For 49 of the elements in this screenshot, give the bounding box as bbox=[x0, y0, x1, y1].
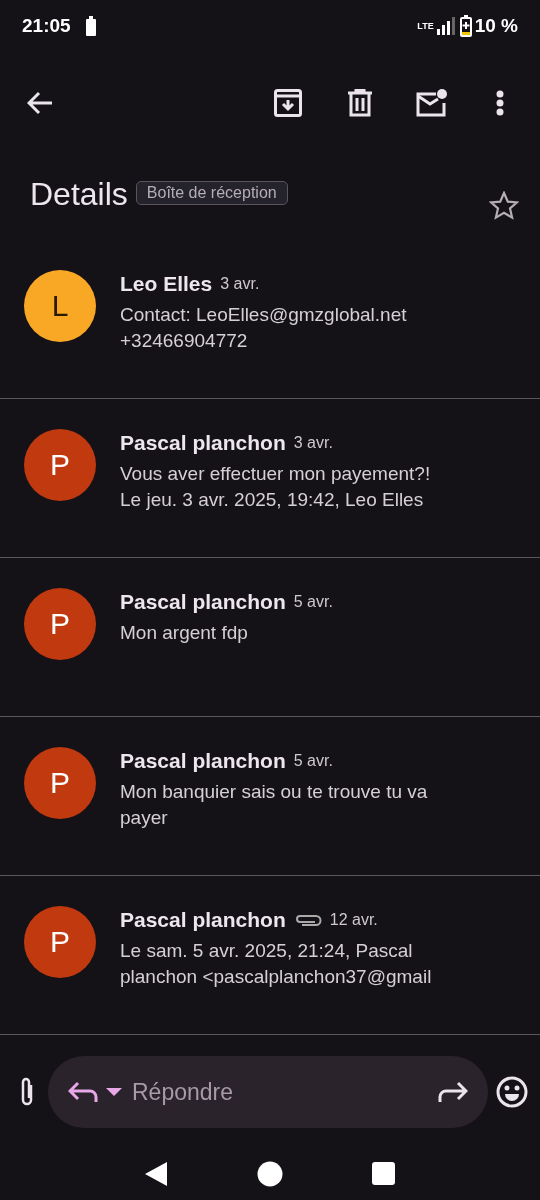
forward-icon[interactable] bbox=[438, 1081, 468, 1103]
trash-icon bbox=[347, 89, 373, 117]
message-snippet: Contact: LeoElles@gmzglobal.net +32466904772 bbox=[120, 303, 407, 353]
message-date: 3 avr. bbox=[220, 275, 260, 293]
sender-name: Leo Elles bbox=[120, 272, 213, 296]
home-circle-icon[interactable] bbox=[257, 1160, 283, 1187]
paperclip-icon bbox=[293, 913, 322, 927]
message-row[interactable]: P Pascal planchon 5 avr. Mon banquier sais ou te trouve tu va payer bbox=[0, 717, 540, 876]
label-chip[interactable]: Boîte de réception bbox=[135, 181, 288, 205]
sender-name: Pascal planchon bbox=[120, 590, 286, 614]
message-row[interactable]: P Pascal planchon 12 avr. Le sam. 5 avr. 2025, 21:24, Pascal planchon <pascalplanchon37@gmail bbox=[0, 876, 540, 1035]
star-icon bbox=[489, 191, 519, 221]
signal-icon bbox=[436, 17, 457, 35]
avatar: L bbox=[24, 270, 96, 342]
network-type: LTE bbox=[417, 21, 434, 31]
recents-square-icon[interactable] bbox=[371, 1161, 396, 1186]
reply-field[interactable]: Répondre bbox=[130, 1077, 430, 1107]
avatar: P bbox=[24, 747, 96, 819]
clock: 21:05 bbox=[22, 15, 71, 37]
more-icon bbox=[496, 90, 504, 116]
message-snippet: Mon argent fdp bbox=[120, 621, 249, 645]
avatar: P bbox=[24, 429, 96, 501]
avatar: P bbox=[24, 588, 96, 660]
message-date: 12 avr. bbox=[329, 911, 378, 929]
sender-name: Pascal planchon bbox=[120, 749, 286, 773]
battery-charging-icon bbox=[459, 15, 472, 37]
message-date: 5 avr. bbox=[293, 593, 333, 611]
subject-title: Details bbox=[30, 175, 128, 213]
avatar: P bbox=[24, 906, 96, 978]
message-date: 3 avr. bbox=[293, 434, 333, 452]
archive-icon bbox=[274, 89, 302, 117]
message-row[interactable]: L Leo Elles 3 avr. Contact: LeoElles@gmzglobal.net +32466904772 bbox=[0, 240, 540, 399]
back-arrow-icon bbox=[27, 91, 53, 115]
message-snippet: Mon banquier sais ou te trouve tu va payer bbox=[120, 780, 428, 830]
smiley-icon bbox=[496, 1076, 528, 1108]
message-snippet: Le sam. 5 avr. 2025, 21:24, Pascal planchon <pascalplanchon37@gmail bbox=[120, 939, 432, 989]
message-snippet: Vous aver effectuer mon payement?! Le jeu. 3 avr. 2025, 19:42, Leo Elles bbox=[120, 462, 431, 512]
back-triangle-icon[interactable] bbox=[144, 1160, 169, 1187]
reply-icon[interactable] bbox=[68, 1081, 98, 1103]
message-row[interactable]: P Pascal planchon 3 avr. Vous aver effectuer mon payement?! Le jeu. 3 avr. 2025, 19:42, Leo Elles bbox=[0, 399, 540, 558]
sender-name: Pascal planchon bbox=[120, 431, 286, 455]
reply-bar[interactable]: Répondre bbox=[48, 1056, 488, 1128]
sender-name: Pascal planchon bbox=[120, 908, 286, 932]
dropdown-caret-icon[interactable] bbox=[106, 1087, 122, 1097]
envelope-dot-icon bbox=[416, 89, 448, 117]
message-date: 5 avr. bbox=[293, 752, 333, 770]
message-row[interactable]: P Pascal planchon 5 avr. Mon argent fdp bbox=[0, 558, 540, 717]
battery-level: 10 % bbox=[474, 15, 518, 37]
battery-icon bbox=[84, 16, 97, 36]
